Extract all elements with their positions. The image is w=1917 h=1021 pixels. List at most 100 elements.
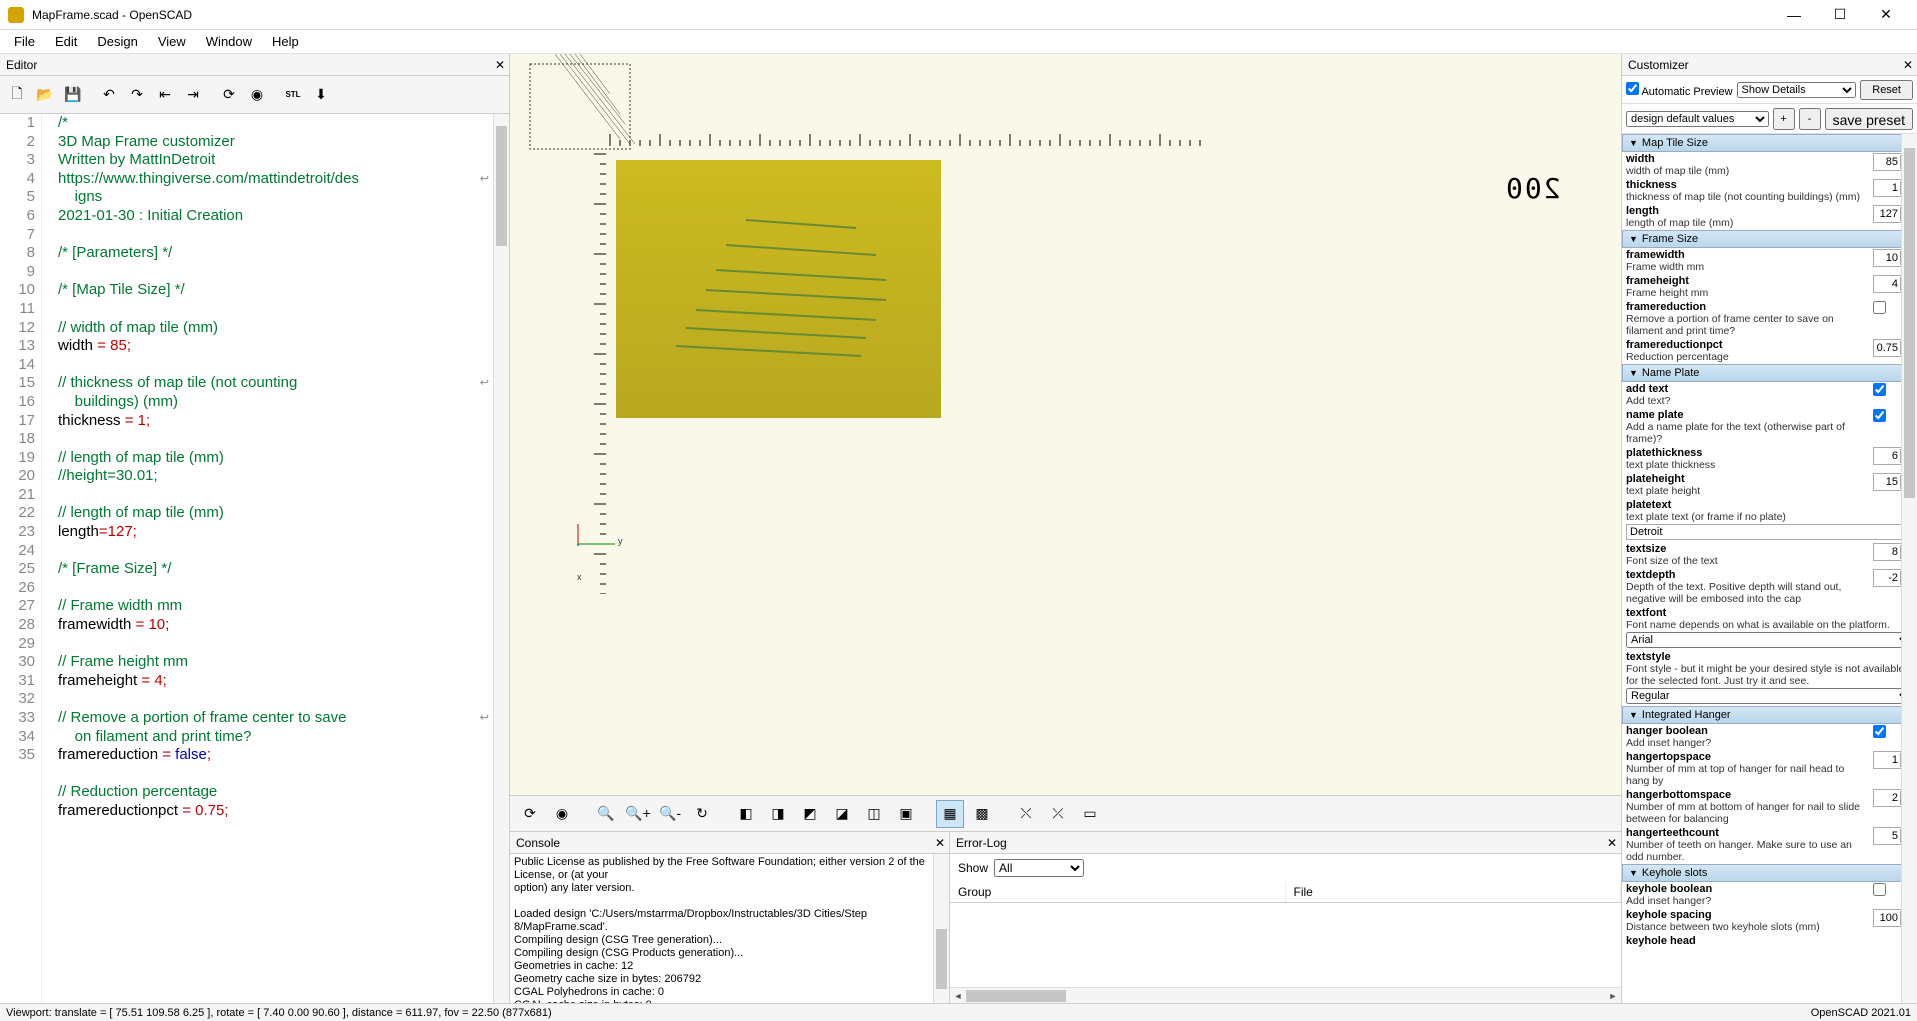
- param-row-framereduction: framereductionRemove a portion of frame …: [1622, 300, 1917, 338]
- menu-bar: FileEditDesignViewWindowHelp: [0, 30, 1917, 54]
- export-stl-icon[interactable]: STL: [280, 82, 306, 108]
- new-icon[interactable]: 🗋: [4, 82, 30, 108]
- param-row-platethickness: platethicknesstext plate thickness▴▾: [1622, 446, 1917, 472]
- 3d-viewport[interactable]: x y 200: [510, 54, 1621, 795]
- undo-icon[interactable]: ↶: [96, 82, 122, 108]
- rendered-model: [616, 160, 941, 418]
- console-output[interactable]: Public License as published by the Free …: [510, 854, 949, 1003]
- error-col-group[interactable]: Group: [950, 882, 1286, 902]
- perspective-icon[interactable]: ▦: [936, 800, 964, 828]
- app-logo-icon: [8, 7, 24, 23]
- preview-icon[interactable]: ⟳: [216, 82, 242, 108]
- auto-preview-checkbox[interactable]: Automatic Preview: [1626, 82, 1733, 98]
- unindent-icon[interactable]: ⇤: [152, 82, 178, 108]
- console-scrollbar[interactable]: [933, 854, 949, 1003]
- param-row-thickness: thicknessthickness of map tile (not coun…: [1622, 178, 1917, 204]
- zoom-all-icon[interactable]: 🔍: [592, 800, 620, 828]
- error-table[interactable]: Group File ◄ ►: [950, 882, 1621, 1003]
- section-name-plate[interactable]: Name Plate: [1622, 364, 1917, 382]
- param-add-text[interactable]: [1873, 383, 1886, 396]
- param-row-framewidth: framewidthFrame width mm▴▾: [1622, 248, 1917, 274]
- indent-icon[interactable]: ⇥: [180, 82, 206, 108]
- preview-view-icon[interactable]: ⟳: [516, 800, 544, 828]
- save-icon[interactable]: 💾: [60, 82, 86, 108]
- scale-marker-icon[interactable]: ⤫: [1044, 800, 1072, 828]
- section-keyhole-slots[interactable]: Keyhole slots: [1622, 864, 1917, 882]
- orthogonal-icon[interactable]: ▩: [968, 800, 996, 828]
- preset-add-button[interactable]: +: [1773, 108, 1795, 130]
- title-bar: MapFrame.scad - OpenSCAD — ☐ ✕: [0, 0, 1917, 30]
- code-editor[interactable]: 1234567891011121314151617181920212223242…: [0, 114, 509, 1003]
- param-textstyle[interactable]: Regular: [1626, 688, 1913, 704]
- customizer-close-icon[interactable]: ✕: [1903, 58, 1913, 72]
- maximize-button[interactable]: ☐: [1817, 0, 1863, 30]
- render-view-icon[interactable]: ◉: [548, 800, 576, 828]
- param-hanger-boolean[interactable]: [1873, 725, 1886, 738]
- preset-select[interactable]: design default values: [1626, 111, 1769, 127]
- axes-icon[interactable]: ⤬: [1012, 800, 1040, 828]
- open-icon[interactable]: 📂: [32, 82, 58, 108]
- editor-close-icon[interactable]: ✕: [495, 58, 505, 72]
- editor-title: Editor: [6, 58, 37, 72]
- error-filter-select[interactable]: All: [994, 859, 1084, 877]
- param-platetext[interactable]: [1626, 524, 1913, 540]
- customizer-panel: Customizer ✕ Automatic Preview Show Deta…: [1621, 54, 1917, 1003]
- view-front-icon[interactable]: ◫: [860, 800, 888, 828]
- status-version: OpenSCAD 2021.01: [1811, 1007, 1911, 1019]
- param-row-hanger-boolean: hanger booleanAdd inset hanger?: [1622, 724, 1917, 750]
- minimize-button[interactable]: —: [1771, 0, 1817, 30]
- view-top-icon[interactable]: ◨: [764, 800, 792, 828]
- zoom-out-icon[interactable]: 🔍-: [656, 800, 684, 828]
- customizer-body[interactable]: Map Tile Sizewidthwidth of map tile (mm)…: [1622, 134, 1917, 1003]
- reset-view-icon[interactable]: ↻: [688, 800, 716, 828]
- console-title: Console: [516, 836, 560, 850]
- section-integrated-hanger[interactable]: Integrated Hanger: [1622, 706, 1917, 724]
- param-row-width: widthwidth of map tile (mm)▴▾: [1622, 152, 1917, 178]
- window-title: MapFrame.scad - OpenSCAD: [32, 8, 1771, 22]
- menu-file[interactable]: File: [4, 32, 45, 51]
- error-col-file[interactable]: File: [1286, 882, 1622, 902]
- error-log-title: Error-Log: [956, 836, 1007, 850]
- render-icon[interactable]: ◉: [244, 82, 270, 108]
- view-right-icon[interactable]: ◧: [732, 800, 760, 828]
- editor-panel: Editor ✕ 🗋 📂 💾 ↶ ↷ ⇤ ⇥ ⟳ ◉ STL ⬇ 1234567…: [0, 54, 510, 1003]
- zoom-in-icon[interactable]: 🔍+: [624, 800, 652, 828]
- send-icon[interactable]: ⬇: [308, 82, 334, 108]
- param-row-hangertopspace: hangertopspaceNumber of mm at top of han…: [1622, 750, 1917, 788]
- menu-design[interactable]: Design: [87, 32, 147, 51]
- param-framereduction[interactable]: [1873, 301, 1886, 314]
- console-close-icon[interactable]: ✕: [935, 836, 945, 850]
- param-row-keyhole-spacing: keyhole spacingDistance between two keyh…: [1622, 908, 1917, 934]
- status-viewport-info: Viewport: translate = [ 75.51 109.58 6.2…: [6, 1007, 1811, 1019]
- customizer-scrollbar[interactable]: [1901, 134, 1917, 1003]
- error-log-close-icon[interactable]: ✕: [1607, 836, 1617, 850]
- view-bottom-icon[interactable]: ◩: [796, 800, 824, 828]
- preset-remove-button[interactable]: -: [1799, 108, 1821, 130]
- reset-button[interactable]: Reset: [1860, 80, 1913, 100]
- param-textfont[interactable]: Arial: [1626, 632, 1913, 648]
- param-keyhole-boolean[interactable]: [1873, 883, 1886, 896]
- menu-window[interactable]: Window: [196, 32, 262, 51]
- view-back-icon[interactable]: ▣: [892, 800, 920, 828]
- customizer-title: Customizer: [1628, 58, 1689, 72]
- error-log-header: Error-Log ✕: [950, 832, 1621, 854]
- redo-icon[interactable]: ↷: [124, 82, 150, 108]
- show-details-select[interactable]: Show Details: [1737, 82, 1857, 98]
- param-name-plate[interactable]: [1873, 409, 1886, 422]
- editor-toolbar: 🗋 📂 💾 ↶ ↷ ⇤ ⇥ ⟳ ◉ STL ⬇: [0, 76, 509, 114]
- edges-icon[interactable]: ▭: [1076, 800, 1104, 828]
- error-hscrollbar[interactable]: ◄ ►: [950, 987, 1621, 1003]
- view-left-icon[interactable]: ◪: [828, 800, 856, 828]
- console-header: Console ✕: [510, 832, 949, 854]
- svg-text:x: x: [577, 572, 582, 582]
- param-row-hangerbottomspace: hangerbottomspaceNumber of mm at bottom …: [1622, 788, 1917, 826]
- editor-scrollbar[interactable]: [493, 114, 509, 1003]
- section-map-tile-size[interactable]: Map Tile Size: [1622, 134, 1917, 152]
- svg-text:y: y: [618, 536, 623, 546]
- section-frame-size[interactable]: Frame Size: [1622, 230, 1917, 248]
- save-preset-button[interactable]: save preset: [1825, 108, 1913, 130]
- menu-help[interactable]: Help: [262, 32, 309, 51]
- menu-view[interactable]: View: [148, 32, 196, 51]
- menu-edit[interactable]: Edit: [45, 32, 87, 51]
- close-button[interactable]: ✕: [1863, 0, 1909, 30]
